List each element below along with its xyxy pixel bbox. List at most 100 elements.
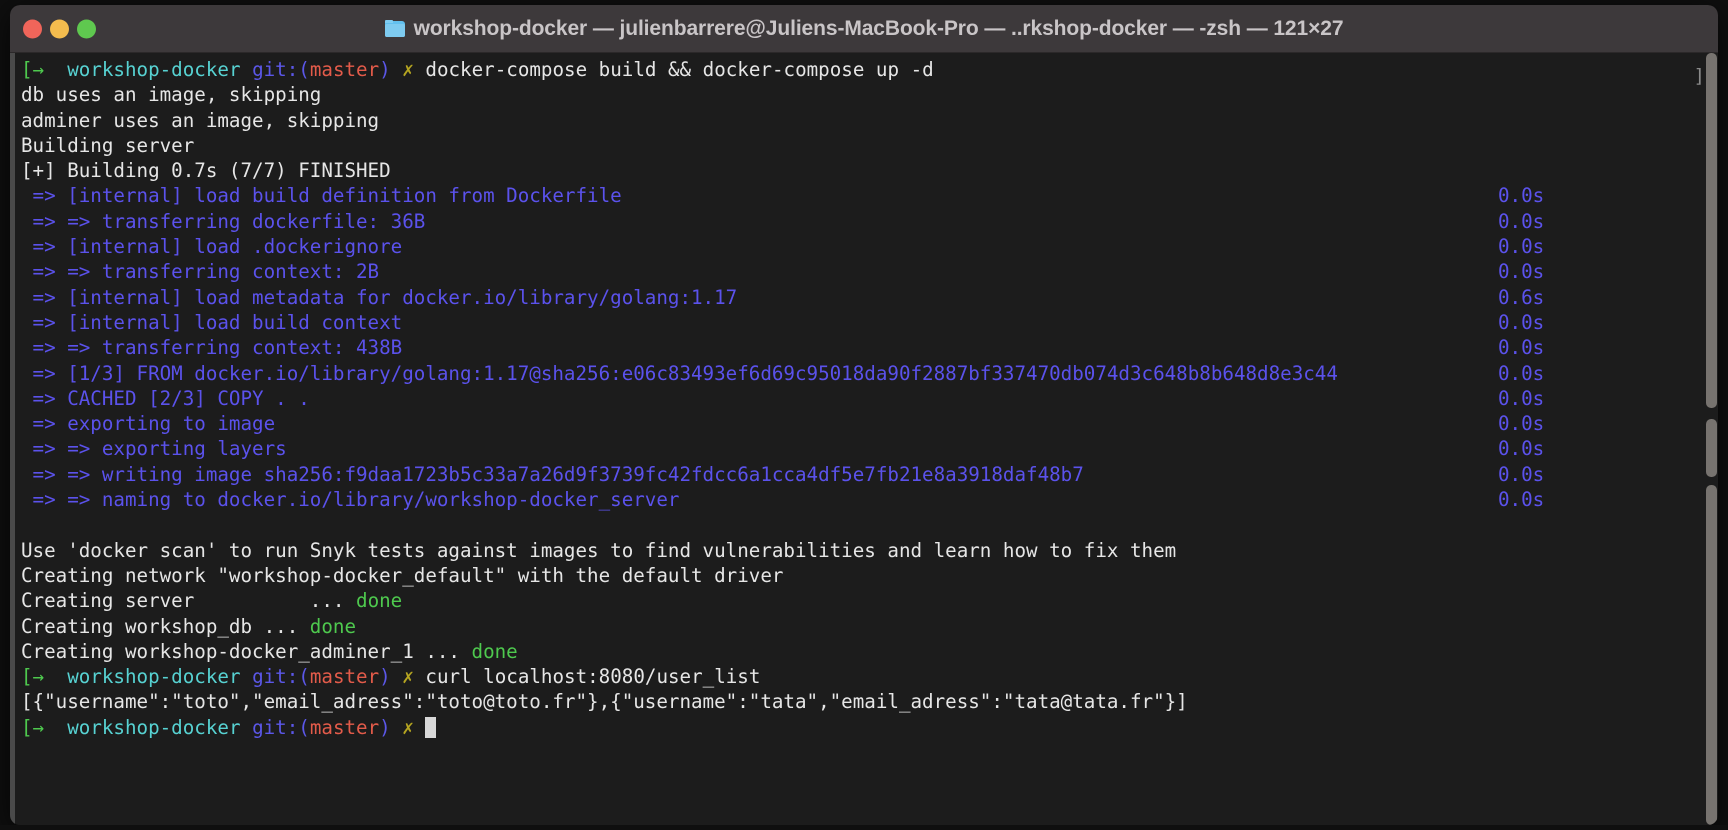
prompt-paren-close-3: ) [379, 715, 391, 739]
curl-response: [{"username":"toto","email_adress":"toto… [21, 690, 1188, 714]
prompt-arrow: [→ [21, 58, 45, 81]
build-step: => => transferring context: 438B 0.0s [21, 335, 1705, 360]
build-step: => [internal] load metadata for docker.i… [21, 285, 1705, 310]
creating-label: Creating server ... [21, 589, 357, 613]
folder-icon [384, 20, 405, 37]
scrollbar-track[interactable] [1705, 53, 1718, 825]
prompt-git-3: git: [252, 715, 299, 739]
zoom-button[interactable] [77, 19, 96, 38]
build-step-text: => CACHED [2/3] COPY . . [21, 386, 310, 410]
creating-label: Creating workshop-docker_adminer_1 ... [21, 639, 472, 663]
build-step: => => transferring context: 2B 0.0s [21, 259, 1705, 284]
scrollbar-thumb-mid[interactable] [1706, 419, 1717, 477]
command-1: docker-compose build && docker-compose u… [425, 58, 934, 81]
prompt-repo-3: workshop-docker [67, 715, 241, 739]
build-step-text: => => naming to docker.io/library/worksh… [21, 488, 680, 512]
build-step: => [internal] load build definition from… [21, 183, 1705, 208]
prompt-dirty-3: ✗ [402, 715, 414, 739]
prompt-gap-1b [391, 58, 403, 81]
prompt-branch-1: master [309, 58, 380, 81]
build-step-text: => => transferring context: 2B [21, 260, 380, 284]
prompt-git-2: git: [252, 665, 299, 689]
output-line: Building server [21, 133, 195, 157]
prompt-paren-close-2: ) [379, 665, 391, 689]
build-step: => [1/3] FROM docker.io/library/golang:1… [21, 361, 1705, 386]
network-created-line: Creating network "workshop-docker_defaul… [21, 563, 784, 587]
build-step-duration: 0.0s [1498, 361, 1545, 385]
prompt-space-1 [44, 58, 67, 81]
build-step-duration: 0.0s [1498, 184, 1545, 208]
build-step-duration: 0.0s [1498, 260, 1545, 284]
creating-status: done [471, 639, 518, 663]
build-step: => => transferring dockerfile: 36B 0.0s [21, 209, 1705, 234]
scrollbar-thumb[interactable] [1706, 53, 1717, 408]
output-line: db uses an image, skipping [21, 83, 322, 107]
creating-label: Creating workshop_db ... [21, 614, 310, 638]
prompt-arrow: [→ [21, 715, 45, 739]
prompt-dirty-1: ✗ [402, 58, 414, 81]
prompt-paren-close-1: ) [379, 58, 391, 81]
minimize-button[interactable] [50, 19, 69, 38]
build-step-duration: 0.0s [1498, 488, 1545, 512]
creating-line: Creating server ... done [21, 588, 1705, 613]
prompt-line-3[interactable]: [→ workshop-docker git:(master) ✗ [21, 715, 1705, 740]
build-step: => => exporting layers 0.0s [21, 436, 1705, 461]
prompt-paren-open-2: ( [298, 665, 310, 689]
build-step-text: => [internal] load build context [21, 310, 403, 334]
prompt-line-1: [→ workshop-docker git:(master) ✗ docker… [21, 57, 1705, 82]
prompt-paren-open-3: ( [298, 715, 310, 739]
build-step-text: => => transferring context: 438B [21, 336, 403, 360]
window-title-group: workshop-docker — julienbarrere@Juliens-… [384, 16, 1344, 41]
build-step: => => naming to docker.io/library/worksh… [21, 487, 1705, 512]
prompt-repo-2: workshop-docker [67, 665, 241, 689]
close-button[interactable] [23, 19, 42, 38]
prompt-paren-open-1: ( [298, 58, 310, 81]
build-step-duration: 0.6s [1498, 285, 1545, 309]
prompt-repo-1: workshop-docker [67, 58, 241, 81]
build-step-text: => [internal] load .dockerignore [21, 235, 403, 259]
build-step: => exporting to image 0.0s [21, 411, 1705, 436]
build-step-text: => exporting to image [21, 412, 276, 436]
prompt-gap-1c [414, 58, 426, 81]
prompt-space-3 [44, 716, 67, 739]
right-edge-marker: ] [1693, 65, 1705, 87]
build-step-text: => [internal] load metadata for docker.i… [21, 285, 738, 309]
prompt-gap-3 [241, 716, 253, 739]
creating-line: Creating workshop_db ... done [21, 614, 1705, 639]
creating-line: Creating workshop-docker_adminer_1 ... d… [21, 639, 1705, 664]
prompt-gap-2b [391, 665, 403, 688]
prompt-gap-2 [241, 665, 253, 688]
build-step-text: => [1/3] FROM docker.io/library/golang:1… [21, 361, 1338, 385]
terminal-area[interactable]: [→ workshop-docker git:(master) ✗ docker… [10, 53, 1718, 825]
build-step-text: => => exporting layers [21, 437, 287, 461]
build-step-duration: 0.0s [1498, 462, 1545, 486]
docker-scan-hint: Use 'docker scan' to run Snyk tests agai… [21, 538, 1177, 562]
prompt-gap-3b [391, 716, 403, 739]
prompt-dirty-2: ✗ [402, 665, 414, 689]
window-title: workshop-docker — julienbarrere@Juliens-… [413, 16, 1344, 40]
creating-status: done [356, 589, 403, 613]
window-bottom-edge [0, 825, 1728, 830]
build-step-duration: 0.0s [1498, 310, 1545, 334]
build-step: => [internal] load .dockerignore 0.0s [21, 234, 1705, 259]
build-step-duration: 0.0s [1498, 386, 1545, 410]
prompt-branch-3: master [309, 715, 380, 739]
build-step: => => writing image sha256:f9daa1723b5c3… [21, 462, 1705, 487]
scrollbar-thumb-lower[interactable] [1706, 485, 1717, 825]
creating-status: done [309, 614, 357, 638]
build-step-duration: 0.0s [1498, 336, 1545, 360]
terminal-window: workshop-docker — julienbarrere@Juliens-… [10, 5, 1718, 825]
terminal-output[interactable]: [→ workshop-docker git:(master) ✗ docker… [15, 53, 1705, 825]
build-step-text: => [internal] load build definition from… [21, 184, 622, 208]
build-step-duration: 0.0s [1498, 437, 1545, 461]
build-step-text: => => writing image sha256:f9daa1723b5c3… [21, 462, 1084, 486]
title-bar[interactable]: workshop-docker — julienbarrere@Juliens-… [10, 5, 1718, 53]
prompt-gap-1 [241, 58, 253, 81]
build-step-text: => => transferring dockerfile: 36B [21, 209, 426, 233]
traffic-light-controls [23, 19, 96, 38]
text-cursor[interactable] [425, 716, 437, 738]
prompt-gap-3c [414, 716, 426, 739]
prompt-arrow: [→ [21, 665, 45, 689]
prompt-branch-2: master [309, 665, 380, 689]
prompt-space-2 [44, 665, 67, 688]
